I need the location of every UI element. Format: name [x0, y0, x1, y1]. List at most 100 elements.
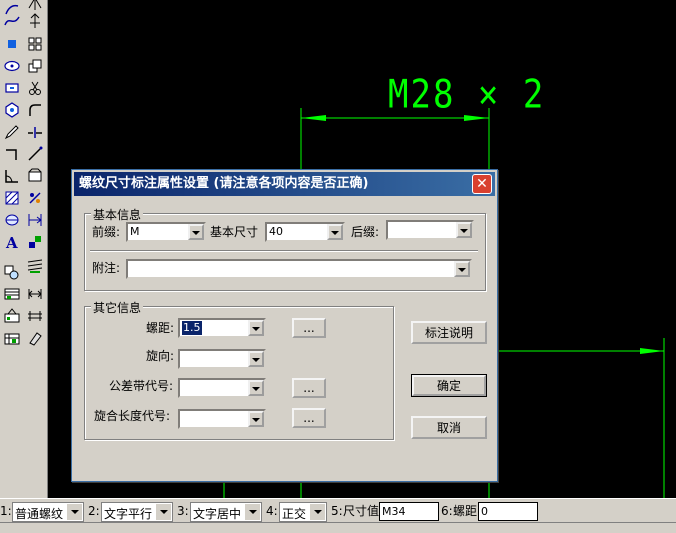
pitch-value: 1.5: [182, 321, 202, 335]
move-icon[interactable]: [25, 11, 45, 31]
chevron-down-icon[interactable]: [67, 504, 82, 520]
basic-size-combo[interactable]: 40: [265, 222, 345, 242]
property-bar: 1: 普通螺纹 2: 文字平行 3: 文字居中 4: 正交 5: 尺寸值 M34…: [0, 498, 676, 522]
tolerance-combo[interactable]: [178, 378, 266, 398]
option-6-number: 6:: [441, 504, 453, 518]
draw-toolbar: A: [0, 0, 48, 498]
size-value-input[interactable]: M34: [379, 502, 439, 521]
point-icon[interactable]: [2, 34, 22, 54]
status-bar: [0, 522, 676, 533]
engagement-length-label: 旋合长度代号:: [94, 409, 171, 423]
polygon-icon[interactable]: [2, 100, 22, 120]
align-icon[interactable]: [25, 210, 45, 230]
pitch-browse-button[interactable]: ...: [292, 318, 326, 338]
close-button[interactable]: ✕: [472, 174, 492, 194]
zoom-icon[interactable]: [2, 262, 22, 282]
chevron-down-icon[interactable]: [248, 351, 264, 367]
chevron-down-icon[interactable]: [310, 504, 325, 520]
basic-size-value: 40: [269, 225, 283, 238]
chevron-down-icon[interactable]: [188, 224, 204, 240]
ellipse-icon[interactable]: [2, 56, 22, 76]
extend-icon[interactable]: [25, 144, 45, 164]
spline-icon[interactable]: [2, 11, 22, 31]
text-position-value: 文字居中: [193, 507, 242, 521]
scale-icon[interactable]: [25, 284, 45, 304]
chevron-down-icon[interactable]: [245, 504, 260, 520]
engagement-length-combo[interactable]: [178, 409, 266, 429]
copy-icon[interactable]: [25, 56, 45, 76]
text-alignment-combo[interactable]: 文字平行: [101, 502, 173, 522]
thread-dimension-dialog: 螺纹尺寸标注属性设置 (请注意各项内容是否正确) ✕ 基本信息 前缀: M 基本…: [71, 169, 498, 482]
lengthen-icon[interactable]: [25, 306, 45, 326]
chevron-down-icon[interactable]: [156, 504, 171, 520]
text-icon[interactable]: A: [2, 232, 22, 252]
dialog-title: 螺纹尺寸标注属性设置 (请注意各项内容是否正确): [79, 176, 369, 191]
block-icon[interactable]: [2, 306, 22, 326]
ok-button[interactable]: 确定: [411, 374, 487, 397]
chevron-down-icon[interactable]: [454, 261, 470, 277]
tolerance-label: 公差带代号:: [109, 379, 174, 393]
layer-icon[interactable]: [2, 284, 22, 304]
table-icon[interactable]: [2, 210, 22, 230]
note-label: 附注:: [92, 261, 121, 275]
chevron-down-icon[interactable]: [248, 380, 264, 396]
erase-icon[interactable]: [25, 328, 45, 348]
chevron-down-icon[interactable]: [248, 320, 264, 336]
pitch-bar-input[interactable]: 0: [478, 502, 538, 521]
fillet-icon[interactable]: [25, 100, 45, 120]
thread-type-combo[interactable]: 普通螺纹: [12, 502, 84, 522]
option-1-number: 1:: [0, 504, 12, 518]
direction-label: 旋向:: [146, 349, 175, 363]
option-2-number: 2:: [88, 504, 100, 518]
angle-icon[interactable]: [2, 166, 22, 186]
chevron-down-icon[interactable]: [327, 224, 343, 240]
basic-size-label: 基本尺寸: [210, 225, 259, 239]
explode-icon[interactable]: [25, 188, 45, 208]
stretch-icon[interactable]: [25, 256, 45, 276]
pitch-bar-label: 螺距: [453, 504, 478, 518]
suffix-combo[interactable]: [386, 220, 474, 240]
size-value-label: 尺寸值: [343, 504, 380, 518]
dialog-titlebar[interactable]: 螺纹尺寸标注属性设置 (请注意各项内容是否正确) ✕: [74, 172, 495, 196]
prefix-value: M: [130, 225, 140, 238]
pitch-combo[interactable]: 1.5: [178, 318, 266, 338]
insert-icon[interactable]: [2, 328, 22, 348]
size-value-text: M34: [382, 505, 406, 518]
svg-text:A: A: [5, 234, 18, 250]
basic-separator: [90, 250, 478, 252]
chamfer-icon[interactable]: [25, 166, 45, 186]
pencil-icon[interactable]: [2, 122, 22, 142]
ortho-combo[interactable]: 正交: [279, 502, 327, 522]
offset-icon[interactable]: [25, 232, 45, 252]
ortho-value: 正交: [282, 507, 307, 521]
direction-combo[interactable]: [178, 349, 266, 369]
note-combo[interactable]: [126, 259, 472, 279]
option-3-number: 3:: [177, 504, 189, 518]
prefix-label: 前缀:: [92, 225, 121, 239]
help-button[interactable]: 标注说明: [411, 321, 487, 344]
rectangle-icon[interactable]: [2, 78, 22, 98]
thread-type-value: 普通螺纹: [15, 507, 64, 521]
basic-info-title: 基本信息: [91, 206, 144, 223]
polyline-icon[interactable]: [2, 144, 22, 164]
chevron-down-icon[interactable]: [456, 222, 472, 238]
text-alignment-value: 文字平行: [104, 507, 153, 521]
option-4-number: 4:: [266, 504, 278, 518]
prefix-combo[interactable]: M: [126, 222, 206, 242]
text-position-combo[interactable]: 文字居中: [190, 502, 262, 522]
close-icon: ✕: [476, 176, 488, 192]
chevron-down-icon[interactable]: [248, 411, 264, 427]
trim-icon[interactable]: [25, 78, 45, 98]
option-5-number: 5:: [331, 504, 343, 518]
break-icon[interactable]: [25, 122, 45, 142]
cancel-button[interactable]: 取消: [411, 416, 487, 439]
hatch-icon[interactable]: [2, 188, 22, 208]
tolerance-browse-button[interactable]: ...: [292, 378, 326, 398]
pitch-bar-text: 0: [481, 505, 488, 518]
array-icon[interactable]: [25, 34, 45, 54]
dimension-text[interactable]: M28 × 2: [388, 72, 545, 118]
suffix-label: 后缀:: [351, 225, 380, 239]
engagement-length-browse-button[interactable]: ...: [292, 408, 326, 428]
other-info-title: 其它信息: [91, 299, 144, 316]
pitch-label: 螺距:: [146, 321, 175, 335]
